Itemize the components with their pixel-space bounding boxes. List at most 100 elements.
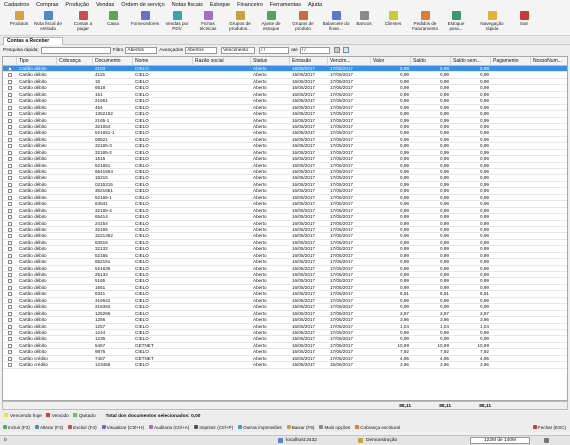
toolbar-button-3[interactable]: Caixa <box>103 11 123 35</box>
row-checkbox[interactable] <box>8 279 12 284</box>
row-checkbox[interactable] <box>8 163 12 168</box>
row-checkbox[interactable] <box>8 195 12 200</box>
row-checkbox[interactable] <box>8 227 12 232</box>
row-checkbox[interactable] <box>8 73 12 78</box>
row-checkbox[interactable] <box>8 79 12 84</box>
action-button-3[interactable]: Visualizar (Ctrl+H) <box>101 425 144 430</box>
action-button-7[interactable]: Baixar (F6) <box>286 425 314 430</box>
column-header-13[interactable]: NossoNum... <box>531 57 567 66</box>
column-header-8[interactable]: Vencim... <box>328 57 371 66</box>
row-checkbox[interactable] <box>8 324 12 329</box>
row-checkbox[interactable] <box>8 208 12 213</box>
row-checkbox[interactable] <box>8 260 12 265</box>
toolbar-button-5[interactable]: Vendas por PDV <box>164 11 190 35</box>
column-header-6[interactable]: Status <box>251 57 290 66</box>
toolbar-button-13[interactable]: Pedidos de Faturamento <box>410 11 440 35</box>
column-header-4[interactable]: Nome <box>133 57 193 66</box>
row-checkbox[interactable] <box>8 330 12 335</box>
row-checkbox[interactable] <box>8 311 12 316</box>
row-checkbox[interactable] <box>8 215 12 220</box>
menu-item-3[interactable]: Vendas <box>96 2 114 8</box>
trash-icon[interactable] <box>544 438 549 443</box>
toolbar-button-14[interactable]: Estoque para... <box>444 11 468 35</box>
column-header-5[interactable]: Razão social <box>193 57 251 66</box>
row-checkbox[interactable] <box>8 343 12 348</box>
action-button-8[interactable]: Mais opções <box>319 425 350 430</box>
column-header-3[interactable]: Documento <box>93 57 133 66</box>
row-checkbox[interactable] <box>8 240 12 245</box>
toolbar-button-1[interactable]: Nota fiscal de entrada <box>34 11 62 35</box>
action-button-4[interactable]: Auditoria (Ctrl+A) <box>148 425 189 430</box>
row-checkbox[interactable] <box>8 150 12 155</box>
menu-item-1[interactable]: Compras <box>36 2 58 8</box>
row-checkbox[interactable] <box>8 221 12 226</box>
row-checkbox[interactable] <box>8 292 12 297</box>
toolbar-button-4[interactable]: Fornecedores <box>130 11 160 35</box>
row-checkbox[interactable] <box>8 247 12 252</box>
row-checkbox[interactable] <box>8 350 12 355</box>
row-checkbox[interactable] <box>8 124 12 129</box>
calendar-icon[interactable] <box>333 47 340 53</box>
column-header-7[interactable]: Emissão <box>290 57 328 66</box>
action-button-5[interactable]: Imprimir (Ctrl+P) <box>194 425 233 430</box>
toolbar-button-7[interactable]: Grupos de produtos... <box>226 11 254 35</box>
filtro-select[interactable]: Abertos <box>125 46 158 54</box>
menu-item-7[interactable]: Financeiro <box>237 2 263 8</box>
toolbar-button-15[interactable]: Navegação rápida <box>476 11 508 35</box>
action-button-2[interactable]: Excluir (F4) <box>68 425 97 430</box>
row-checkbox[interactable] <box>8 92 12 97</box>
row-checkbox[interactable] <box>8 305 12 310</box>
menu-item-9[interactable]: Ajuda <box>308 2 322 8</box>
row-checkbox[interactable] <box>8 202 12 207</box>
row-checkbox[interactable] <box>8 189 12 194</box>
action-button-6[interactable]: Outras impressões <box>238 425 282 430</box>
column-header-1[interactable]: Tipo <box>17 57 57 66</box>
row-checkbox[interactable] <box>8 182 12 187</box>
column-header-12[interactable]: Pagamento <box>491 57 531 66</box>
toolbar-button-16[interactable]: Sair <box>514 11 534 35</box>
toolbar-button-8[interactable]: Ajuste de estoque <box>258 11 284 35</box>
table-row[interactable]: Cartão crédito 123456 CIELO Aberto 16/05/201… <box>3 362 567 369</box>
toolbar-button-9[interactable]: Grupos de produto <box>290 11 316 35</box>
menu-item-8[interactable]: Ferramentas <box>270 2 301 8</box>
row-checkbox[interactable] <box>8 234 12 239</box>
row-checkbox[interactable] <box>8 285 12 290</box>
toolbar-button-11[interactable]: Bancos <box>352 11 376 35</box>
row-checkbox[interactable] <box>8 137 12 142</box>
action-button-0[interactable]: Incluir (F2) <box>3 425 30 430</box>
action-button-1[interactable]: Alterar (F3) <box>34 425 63 430</box>
toolbar-button-12[interactable]: Clientes <box>382 11 404 35</box>
row-checkbox[interactable] <box>8 253 12 258</box>
refresh-icon[interactable] <box>342 47 349 53</box>
row-checkbox[interactable] <box>8 99 12 104</box>
row-checkbox[interactable] <box>8 176 12 181</box>
row-checkbox[interactable] <box>8 112 12 117</box>
action-button-9[interactable]: Cobrança escritural <box>355 425 400 430</box>
row-checkbox[interactable] <box>8 144 12 149</box>
row-checkbox[interactable] <box>8 318 12 323</box>
toolbar-button-6[interactable]: Fichas técnicas <box>196 11 220 35</box>
row-checkbox[interactable] <box>8 157 12 162</box>
toolbar-button-0[interactable]: Produtos <box>8 11 30 35</box>
date-to-input[interactable]: / / <box>299 46 330 54</box>
tab-contas-a-receber[interactable]: Contas a Receber <box>3 37 63 45</box>
row-checkbox[interactable] <box>8 273 12 277</box>
row-checkbox[interactable] <box>8 337 12 342</box>
column-header-11[interactable]: Saldo sem... <box>451 57 491 66</box>
menu-item-4[interactable]: Ordem de serviço <box>121 2 164 8</box>
column-header-2[interactable]: Cobrança <box>57 57 93 66</box>
row-checkbox[interactable] <box>8 363 12 368</box>
date-from-input[interactable]: / / <box>259 46 290 54</box>
column-header-10[interactable]: Saldo <box>411 57 451 66</box>
row-checkbox[interactable] <box>8 118 12 123</box>
menu-item-6[interactable]: Estoque <box>210 2 230 8</box>
action-button-10[interactable]: Fechar (ESC) <box>532 425 566 430</box>
menu-item-5[interactable]: Notas fiscais <box>172 2 203 8</box>
column-header-0[interactable] <box>3 57 17 66</box>
vencimento-select[interactable]: Vencimento <box>221 46 256 54</box>
row-checkbox[interactable] <box>8 266 12 271</box>
toolbar-button-2[interactable]: Contas a pagar <box>70 11 96 35</box>
menu-item-2[interactable]: Produção <box>65 2 89 8</box>
row-checkbox[interactable] <box>8 356 12 361</box>
row-checkbox[interactable] <box>8 105 12 110</box>
